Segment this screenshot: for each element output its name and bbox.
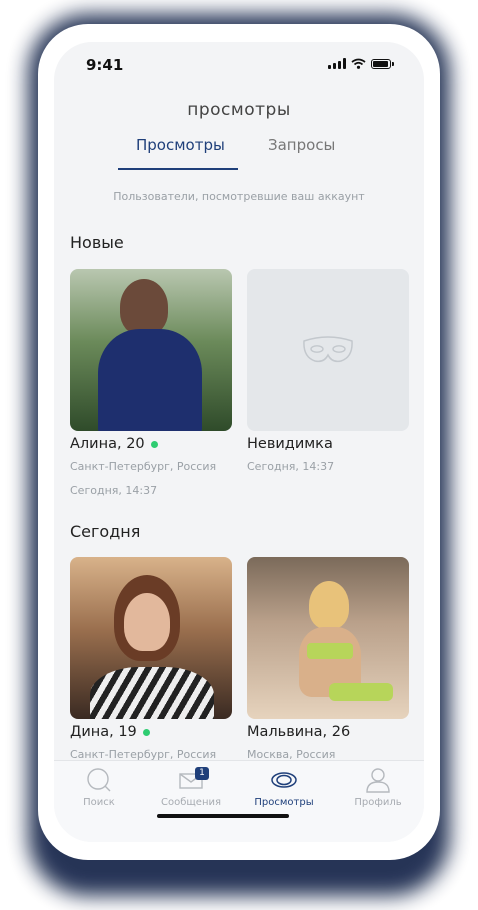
tab-bar: Просмотры Запросы bbox=[54, 136, 424, 170]
status-time: 9:41 bbox=[86, 56, 124, 74]
home-indicator bbox=[157, 814, 289, 818]
battery-cap bbox=[392, 61, 394, 66]
nav-messages[interactable]: 1 Сообщения bbox=[151, 767, 231, 808]
phone-frame: 9:41 просмотры Просмотры Запросы Пользов… bbox=[38, 24, 440, 860]
wifi-icon bbox=[351, 58, 366, 69]
status-icons bbox=[328, 58, 394, 69]
portrait-head bbox=[309, 581, 349, 629]
nav-label: Сообщения bbox=[160, 797, 221, 808]
active-tab-indicator bbox=[118, 168, 238, 170]
page-subtitle: Пользователи, посмотревшие ваш аккаунт bbox=[113, 190, 365, 203]
search-icon bbox=[87, 768, 111, 792]
tab-views[interactable]: Просмотры bbox=[136, 136, 225, 154]
eye-icon bbox=[271, 772, 297, 788]
profile-card-dina[interactable] bbox=[70, 557, 232, 719]
nav-label: Просмотры bbox=[254, 797, 314, 808]
signal-icon bbox=[328, 58, 346, 69]
profile-card-malvina[interactable] bbox=[247, 557, 409, 719]
user-icon bbox=[366, 768, 390, 793]
card-time: Сегодня, 14:37 bbox=[70, 484, 158, 497]
nav-label: Поиск bbox=[83, 797, 115, 808]
mask-icon bbox=[303, 336, 353, 363]
card-name-row: Дина, 19 bbox=[70, 724, 150, 740]
portrait-head bbox=[120, 279, 168, 335]
section-title-new: Новые bbox=[70, 233, 124, 252]
profile-card-alina[interactable] bbox=[70, 269, 232, 431]
bottom-navigation: Поиск 1 Сообщения Просмотры Профиль bbox=[54, 760, 424, 842]
swimsuit-bottom bbox=[329, 683, 393, 701]
nav-search[interactable]: Поиск bbox=[59, 767, 139, 808]
page-title: просмотры bbox=[187, 100, 291, 120]
nav-label: Профиль bbox=[354, 797, 402, 808]
unread-badge: 1 bbox=[195, 767, 209, 780]
card-name: Мальвина, 26 bbox=[247, 724, 351, 740]
online-indicator bbox=[150, 440, 158, 448]
nav-profile[interactable]: Профиль bbox=[338, 767, 418, 808]
nav-views[interactable]: Просмотры bbox=[244, 767, 324, 808]
card-name: Алина, 20 bbox=[70, 436, 145, 452]
swimsuit-top bbox=[307, 643, 353, 659]
portrait-face bbox=[124, 593, 170, 651]
card-name: Невидимка bbox=[247, 436, 333, 452]
profile-card-invisible[interactable] bbox=[247, 269, 409, 431]
card-time: Сегодня, 14:37 bbox=[247, 460, 335, 473]
card-name: Дина, 19 bbox=[70, 724, 137, 740]
portrait-body bbox=[90, 667, 214, 719]
online-indicator bbox=[142, 728, 150, 736]
battery-icon bbox=[371, 58, 391, 69]
section-title-today: Сегодня bbox=[70, 522, 141, 541]
card-name-row: Алина, 20 bbox=[70, 436, 158, 452]
card-location: Санкт-Петербург, Россия bbox=[70, 460, 217, 473]
app-screen: 9:41 просмотры Просмотры Запросы Пользов… bbox=[54, 42, 424, 842]
tab-requests[interactable]: Запросы bbox=[268, 136, 335, 154]
portrait-body bbox=[98, 329, 202, 431]
